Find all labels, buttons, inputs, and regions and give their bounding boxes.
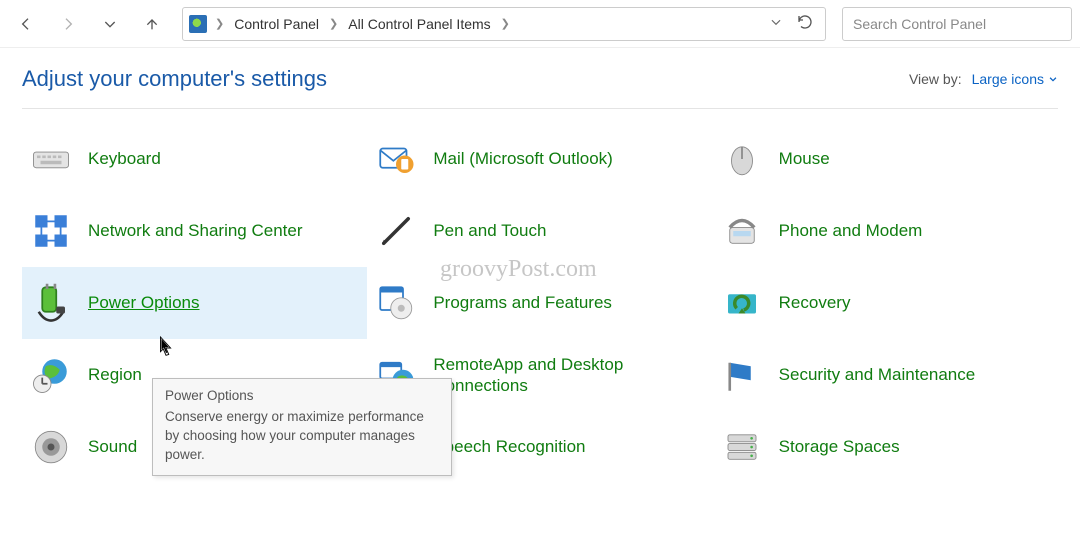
network-icon (30, 210, 72, 252)
chevron-right-icon: ❯ (327, 17, 340, 30)
tooltip-body: Conserve energy or maximize performance … (165, 408, 439, 465)
view-by-label: View by: (909, 71, 962, 87)
item-label: RemoteApp and Desktop Connections (433, 354, 704, 397)
region-icon (30, 354, 72, 396)
power-icon (30, 282, 72, 324)
programs-icon (375, 282, 417, 324)
search-placeholder: Search Control Panel (853, 16, 986, 32)
forward-button[interactable] (50, 6, 86, 42)
recent-dropdown[interactable] (92, 6, 128, 42)
refresh-button[interactable] (797, 14, 813, 33)
pen-icon (375, 210, 417, 252)
view-by-dropdown[interactable]: Large icons (972, 71, 1058, 87)
item-phone[interactable]: Phone and Modem (713, 195, 1058, 267)
view-by-mode: Large icons (972, 71, 1044, 87)
chevron-right-icon: ❯ (213, 17, 226, 30)
header: Adjust your computer's settings View by:… (22, 66, 1058, 109)
back-button[interactable] (8, 6, 44, 42)
item-label: Mouse (779, 148, 830, 169)
item-network[interactable]: Network and Sharing Center (22, 195, 367, 267)
item-label: Speech Recognition (433, 436, 585, 457)
item-label: Keyboard (88, 148, 161, 169)
toolbar: ❯ Control Panel ❯ All Control Panel Item… (0, 0, 1080, 48)
item-storage[interactable]: Storage Spaces (713, 411, 1058, 483)
item-label: Mail (Microsoft Outlook) (433, 148, 612, 169)
control-panel-icon (189, 15, 207, 33)
up-button[interactable] (134, 6, 170, 42)
item-pen[interactable]: Pen and Touch (367, 195, 712, 267)
storage-icon (721, 426, 763, 468)
chevron-right-icon: ❯ (499, 17, 512, 30)
item-label: Pen and Touch (433, 220, 546, 241)
item-security[interactable]: Security and Maintenance (713, 339, 1058, 411)
address-bar[interactable]: ❯ Control Panel ❯ All Control Panel Item… (182, 7, 826, 41)
tooltip: Power Options Conserve energy or maximiz… (152, 378, 452, 476)
tooltip-title: Power Options (165, 387, 439, 406)
breadcrumb-root[interactable]: Control Panel (228, 12, 325, 36)
item-label: Network and Sharing Center (88, 220, 303, 241)
item-power-options[interactable]: Power Options (22, 267, 367, 339)
item-label: Phone and Modem (779, 220, 923, 241)
item-label: Sound (88, 436, 137, 457)
security-icon (721, 354, 763, 396)
sound-icon (30, 426, 72, 468)
mouse-icon (721, 138, 763, 180)
item-label: Recovery (779, 292, 851, 313)
item-keyboard[interactable]: Keyboard (22, 123, 367, 195)
address-dropdown[interactable] (769, 15, 783, 32)
mail-icon (375, 138, 417, 180)
item-label: Power Options (88, 292, 200, 313)
view-by: View by: Large icons (909, 71, 1058, 87)
cursor-pointer-icon (155, 335, 177, 361)
keyboard-icon (30, 138, 72, 180)
item-label: Storage Spaces (779, 436, 900, 457)
phone-icon (721, 210, 763, 252)
item-mouse[interactable]: Mouse (713, 123, 1058, 195)
item-label: Security and Maintenance (779, 364, 976, 385)
item-programs[interactable]: Programs and Features (367, 267, 712, 339)
item-recovery[interactable]: Recovery (713, 267, 1058, 339)
breadcrumb-sub[interactable]: All Control Panel Items (342, 12, 496, 36)
recovery-icon (721, 282, 763, 324)
item-label: Region (88, 364, 142, 385)
page-title: Adjust your computer's settings (22, 66, 327, 92)
item-mail[interactable]: Mail (Microsoft Outlook) (367, 123, 712, 195)
search-input[interactable]: Search Control Panel (842, 7, 1072, 41)
item-label: Programs and Features (433, 292, 612, 313)
